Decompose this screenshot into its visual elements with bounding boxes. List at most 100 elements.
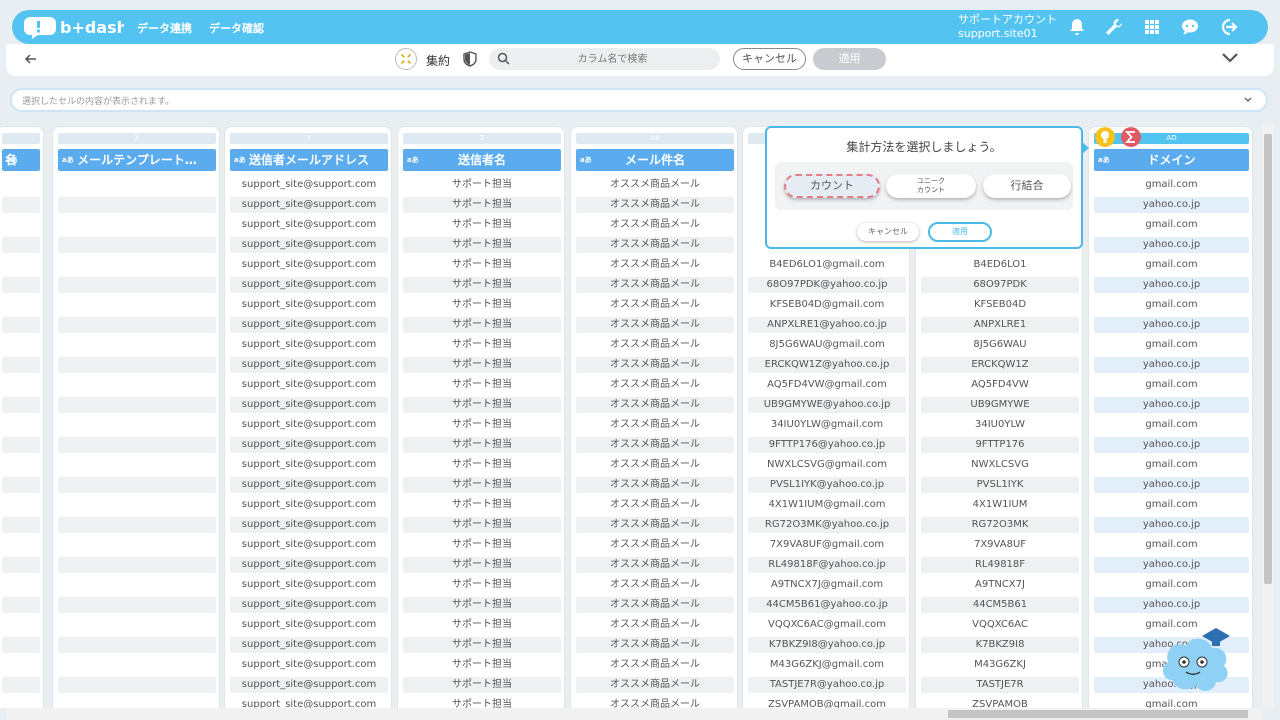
grid-cell[interactable]: yahoo.co.jp (1094, 597, 1249, 613)
grid-cell[interactable]: サポート担当 (403, 677, 561, 693)
grid-cell[interactable]: yahoo.co.jp (1094, 277, 1249, 293)
grid-cell[interactable] (2, 497, 40, 513)
column-header[interactable]: aあ 送信者メールアドレス (230, 149, 388, 171)
grid-cell[interactable]: support_site@support.com (230, 437, 388, 453)
grid-cell[interactable]: オススメ商品メール (576, 537, 734, 553)
grid-cell[interactable]: gmail.com (1094, 257, 1249, 273)
grid-cell[interactable]: ZSVPAMOB (921, 697, 1079, 708)
grid-cell[interactable] (58, 577, 216, 593)
grid-cell[interactable]: サポート担当 (403, 517, 561, 533)
grid-cell[interactable]: ZSVPAMOB@gmail.com (748, 697, 906, 708)
grid-cell[interactable]: オススメ商品メール (576, 457, 734, 473)
grid-cell[interactable]: RL49818F@yahoo.co.jp (748, 557, 906, 573)
option-unique-count[interactable]: ユニーク カウント (886, 174, 976, 198)
chevron-down-icon[interactable] (1219, 50, 1241, 66)
chat-icon[interactable] (1180, 17, 1200, 37)
grid-cell[interactable] (2, 577, 40, 593)
sigma-icon[interactable] (1121, 127, 1141, 147)
grid-cell[interactable]: オススメ商品メール (576, 377, 734, 393)
wrench-icon[interactable] (1104, 17, 1124, 37)
grid-cell[interactable]: support_site@support.com (230, 217, 388, 233)
grid-cell[interactable]: yahoo.co.jp (1094, 237, 1249, 253)
grid-cell[interactable]: support_site@support.com (230, 397, 388, 413)
grid-cell[interactable]: support_site@support.com (230, 197, 388, 213)
grid-cell[interactable]: オススメ商品メール (576, 297, 734, 313)
grid-cell[interactable] (2, 317, 40, 333)
grid-cell[interactable]: UB9GMYWE (921, 397, 1079, 413)
grid-cell[interactable] (2, 637, 40, 653)
grid-cell[interactable]: サポート担当 (403, 477, 561, 493)
grid-cell[interactable]: オススメ商品メール (576, 497, 734, 513)
grid-cell[interactable]: K7BKZ9I8 (921, 637, 1079, 653)
grid-cell[interactable]: ANPXLRE1@yahoo.co.jp (748, 317, 906, 333)
grid-cell[interactable] (58, 357, 216, 373)
grid-cell[interactable]: support_site@support.com (230, 457, 388, 473)
grid-cell[interactable]: オススメ商品メール (576, 397, 734, 413)
grid-cell[interactable]: yahoo.co.jp (1094, 557, 1249, 573)
grid-cell[interactable] (2, 177, 40, 193)
grid-cell[interactable]: オススメ商品メール (576, 337, 734, 353)
grid-cell[interactable] (2, 197, 40, 213)
grid-cell[interactable]: support_site@support.com (230, 477, 388, 493)
nav-data-link[interactable]: データ連携 (137, 20, 192, 36)
grid-cell[interactable]: オススメ商品メール (576, 517, 734, 533)
shield-icon[interactable] (463, 51, 477, 67)
grid-cell[interactable] (2, 517, 40, 533)
grid-cell[interactable]: support_site@support.com (230, 577, 388, 593)
grid-cell[interactable] (58, 437, 216, 453)
grid-cell[interactable] (2, 617, 40, 633)
grid-cell[interactable]: オススメ商品メール (576, 417, 734, 433)
grid-cell[interactable] (2, 477, 40, 493)
grid-cell[interactable]: オススメ商品メール (576, 317, 734, 333)
grid-cell[interactable]: 8J5G6WAU@gmail.com (748, 337, 906, 353)
grid-cell[interactable] (58, 597, 216, 613)
grid-cell[interactable]: サポート担当 (403, 637, 561, 653)
grid-cell[interactable]: オススメ商品メール (576, 557, 734, 573)
column-header[interactable]: aあ 送信者名 (403, 149, 561, 171)
grid-cell[interactable]: M43G6ZKJ (921, 657, 1079, 673)
grid-cell[interactable]: オススメ商品メール (576, 437, 734, 453)
grid-cell[interactable] (2, 257, 40, 273)
grid-cell[interactable]: オススメ商品メール (576, 677, 734, 693)
grid-cell[interactable]: gmail.com (1094, 417, 1249, 433)
grid-cell[interactable]: サポート担当 (403, 697, 561, 708)
grid-cell[interactable]: サポート担当 (403, 337, 561, 353)
grid-cell[interactable] (2, 657, 40, 673)
grid-cell[interactable]: オススメ商品メール (576, 657, 734, 673)
grid-cell[interactable]: サポート担当 (403, 597, 561, 613)
grid-cell[interactable] (58, 677, 216, 693)
grid-cell[interactable]: サポート担当 (403, 397, 561, 413)
grid-icon[interactable] (1142, 17, 1162, 37)
grid-cell[interactable]: オススメ商品メール (576, 217, 734, 233)
grid-cell[interactable]: gmail.com (1094, 697, 1249, 708)
search-input[interactable] (515, 51, 710, 67)
grid-cell[interactable]: サポート担当 (403, 237, 561, 253)
grid-cell[interactable] (58, 517, 216, 533)
grid-cell[interactable]: サポート担当 (403, 577, 561, 593)
vertical-scrollbar[interactable] (1262, 124, 1274, 708)
grid-cell[interactable]: gmail.com (1094, 377, 1249, 393)
cancel-button[interactable]: キャンセル (733, 48, 806, 70)
grid-cell[interactable]: A9TNCX7J@gmail.com (748, 577, 906, 593)
grid-cell[interactable]: support_site@support.com (230, 537, 388, 553)
horizontal-scrollbar[interactable] (6, 708, 1262, 720)
grid-cell[interactable]: 68O97PDK@yahoo.co.jp (748, 277, 906, 293)
grid-cell[interactable] (58, 417, 216, 433)
grid-cell[interactable]: 9FTTP176@yahoo.co.jp (748, 437, 906, 453)
grid-cell[interactable] (58, 457, 216, 473)
grid-cell[interactable]: gmail.com (1094, 537, 1249, 553)
grid-cell[interactable]: VQQXC6AC@gmail.com (748, 617, 906, 633)
grid-cell[interactable]: yahoo.co.jp (1094, 357, 1249, 373)
grid-cell[interactable]: サポート担当 (403, 257, 561, 273)
grid-cell[interactable]: ERCKQW1Z@yahoo.co.jp (748, 357, 906, 373)
grid-cell[interactable]: サポート担当 (403, 177, 561, 193)
grid-cell[interactable] (2, 677, 40, 693)
grid-cell[interactable]: support_site@support.com (230, 517, 388, 533)
grid-cell[interactable]: support_site@support.com (230, 257, 388, 273)
grid-cell[interactable]: support_site@support.com (230, 277, 388, 293)
grid-cell[interactable] (58, 257, 216, 273)
account-info[interactable]: サポートアカウント support.site01 (958, 13, 1057, 41)
popup-apply-button[interactable]: 適用 (928, 222, 992, 242)
grid-cell[interactable]: サポート担当 (403, 417, 561, 433)
grid-cell[interactable]: オススメ商品メール (576, 257, 734, 273)
